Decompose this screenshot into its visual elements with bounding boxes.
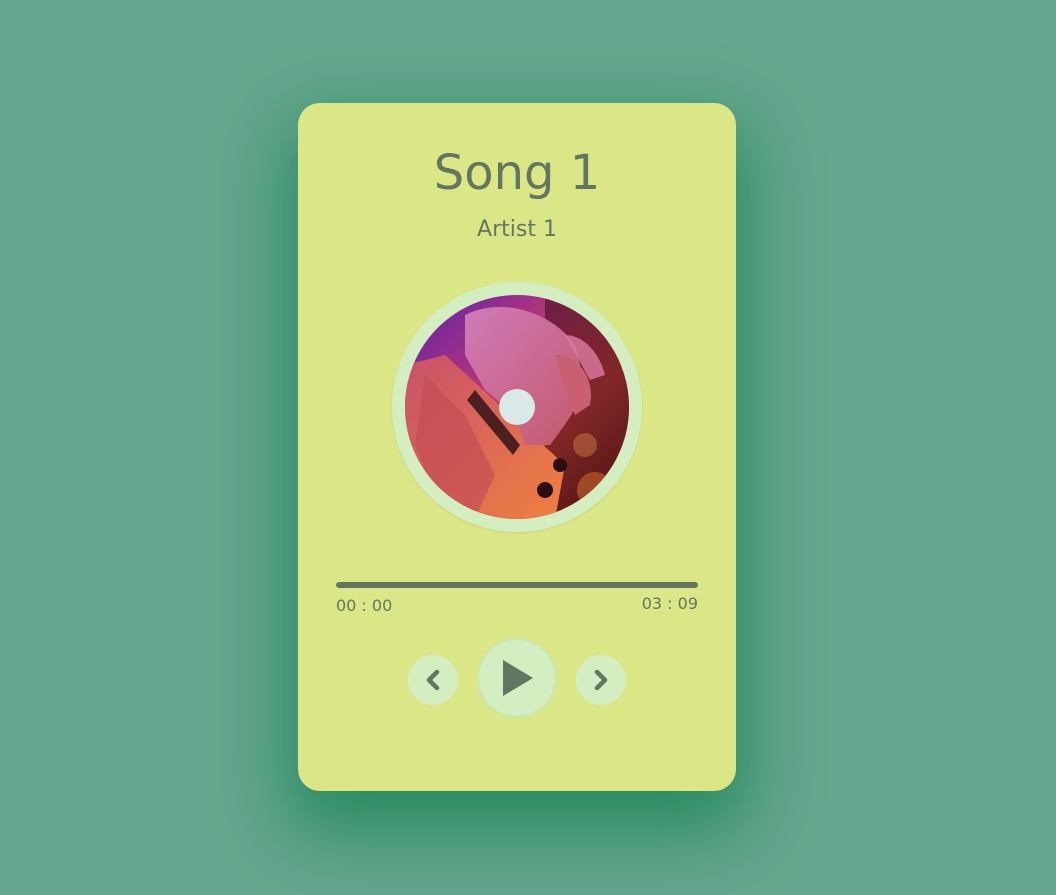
previous-button[interactable] — [408, 655, 458, 705]
total-time: 03 : 09 — [641, 594, 698, 613]
music-player-card: Song 1 Artist 1 00: 00 03: 09 — [298, 103, 736, 791]
artist-name: Artist 1 — [477, 217, 557, 242]
current-time: 00 : 00 — [336, 596, 393, 615]
play-icon — [503, 660, 533, 696]
progress-bar[interactable] — [336, 582, 698, 588]
song-title: Song 1 — [433, 145, 601, 201]
album-disc — [392, 282, 642, 532]
disc-center — [499, 389, 535, 425]
chevron-right-icon — [594, 669, 608, 691]
play-button[interactable] — [479, 640, 555, 716]
next-button[interactable] — [576, 655, 626, 705]
chevron-left-icon — [426, 669, 440, 691]
